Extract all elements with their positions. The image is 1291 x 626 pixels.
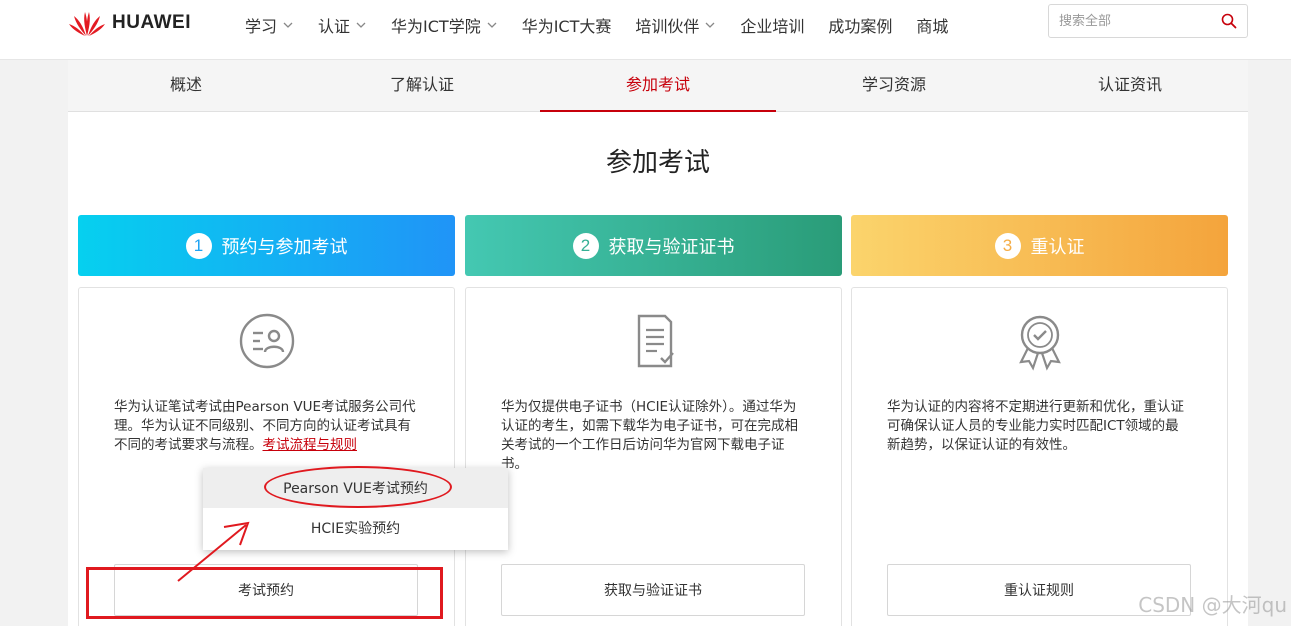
subtab-5[interactable]: 认证资讯 xyxy=(1012,60,1248,111)
huawei-logo[interactable]: HUAWEI xyxy=(68,10,191,36)
step-number-3: 3 xyxy=(994,232,1021,259)
nav-item-8[interactable]: 商城 xyxy=(916,13,948,37)
nav-item-label: 认证 xyxy=(318,17,351,36)
certification-subtabs: 概述 了解认证 参加考试 学习资源 认证资讯 xyxy=(68,60,1248,112)
pearson-vue-booking-item[interactable]: Pearson VUE考试预约 xyxy=(203,468,508,508)
step-header-2: 2 获取与验证证书 xyxy=(465,215,842,276)
nav-item-label: 企业培训 xyxy=(740,17,805,36)
step-label-2: 获取与验证证书 xyxy=(608,236,735,258)
booking-dropdown-menu: Pearson VUE考试预约 HCIE实验预约 xyxy=(203,468,508,550)
nav-item-4[interactable]: 华为ICT大赛 xyxy=(522,13,612,37)
badge-check-icon xyxy=(1019,315,1061,371)
chevron-down-icon xyxy=(705,22,715,28)
nav-item-label: 华为ICT大赛 xyxy=(521,17,612,36)
watermark: CSDN @大河qu xyxy=(1138,593,1287,617)
exam-user-icon xyxy=(239,313,295,369)
nav-item-label: 成功案例 xyxy=(828,17,893,36)
search-box[interactable] xyxy=(1048,4,1248,38)
nav-item-label: 学习 xyxy=(245,17,278,36)
step-header-3: 3 重认证 xyxy=(851,215,1228,276)
card-description: 华为认证笔试考试由Pearson VUE考试服务公司代理。华为认证不同级别、不同… xyxy=(114,398,419,455)
subtab-1[interactable]: 概述 xyxy=(68,60,304,111)
brand-name: HUAWEI xyxy=(112,12,191,33)
subtab-2[interactable]: 了解认证 xyxy=(304,60,540,111)
exam-booking-card: 华为认证笔试考试由Pearson VUE考试服务公司代理。华为认证不同级别、不同… xyxy=(78,287,455,626)
subtab-3[interactable]: 参加考试 xyxy=(540,60,776,112)
nav-item-label: 培训伙伴 xyxy=(635,17,700,36)
certificate-card: 华为仅提供电子证书（HCIE认证除外）。通过华为认证的考生，如需下载华为电子证书… xyxy=(465,287,842,626)
nav-item-6[interactable]: 企业培训 xyxy=(740,13,804,37)
card-description: 华为仅提供电子证书（HCIE认证除外）。通过华为认证的考生，如需下载华为电子证书… xyxy=(501,399,798,472)
search-input[interactable] xyxy=(1049,5,1209,37)
top-navbar: HUAWEI 学习 认证 华为ICT学院 华为ICT大赛 培训伙伴 企业培训 成功案例 商城 xyxy=(0,0,1291,60)
page-title: 参加考试 xyxy=(605,148,710,178)
step-header-1: 1 预约与参加考试 xyxy=(78,215,455,276)
chevron-down-icon xyxy=(356,22,366,28)
get-verify-certificate-button[interactable]: 获取与验证证书 xyxy=(501,564,805,616)
nav-item-3[interactable]: 华为ICT学院 xyxy=(391,13,498,37)
card-description: 华为认证的内容将不定期进行更新和优化，重认证可确保认证人员的专业能力实时匹配IC… xyxy=(887,399,1184,453)
search-icon[interactable] xyxy=(1221,13,1237,29)
exam-rules-link[interactable]: 考试流程与规则 xyxy=(263,437,358,453)
hcie-lab-booking-item[interactable]: HCIE实验预约 xyxy=(203,508,508,548)
nav-item-2[interactable]: 认证 xyxy=(318,13,367,37)
nav-item-label: 华为ICT学院 xyxy=(391,17,481,36)
step-number-2: 2 xyxy=(572,232,599,259)
main-nav: 学习 认证 华为ICT学院 华为ICT大赛 培训伙伴 企业培训 成功案例 商城 xyxy=(245,0,972,50)
nav-item-1[interactable]: 学习 xyxy=(245,13,294,37)
step-label-1: 预约与参加考试 xyxy=(221,236,348,258)
certificate-document-icon xyxy=(637,314,674,368)
step-label-3: 重认证 xyxy=(1030,236,1085,258)
nav-item-7[interactable]: 成功案例 xyxy=(828,13,892,37)
chevron-down-icon xyxy=(283,22,293,28)
step-number-1: 1 xyxy=(185,232,212,259)
nav-item-label: 商城 xyxy=(916,17,949,36)
nav-item-5[interactable]: 培训伙伴 xyxy=(635,13,716,37)
exam-booking-button[interactable]: 考试预约 xyxy=(114,564,418,616)
subtab-4[interactable]: 学习资源 xyxy=(776,60,1012,111)
recertification-card: 华为认证的内容将不定期进行更新和优化，重认证可确保认证人员的专业能力实时匹配IC… xyxy=(851,287,1228,626)
huawei-flower-icon xyxy=(69,12,105,36)
chevron-down-icon xyxy=(487,22,497,28)
